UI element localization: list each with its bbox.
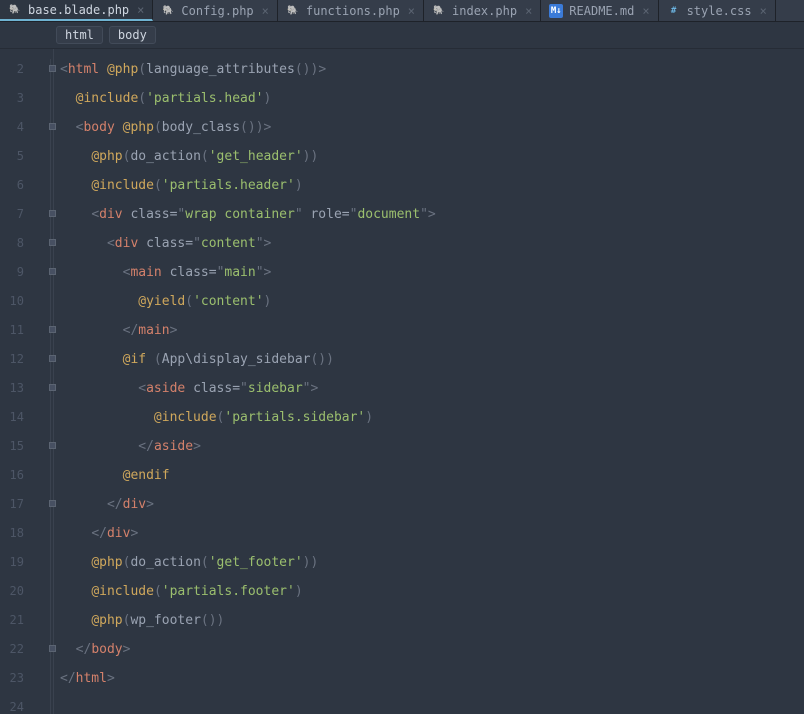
fold-marker[interactable] [49, 268, 56, 275]
fold-marker[interactable] [49, 326, 56, 333]
tab-base-blade-php[interactable]: 🐘 base.blade.php × [0, 0, 153, 21]
code-line[interactable]: @include('partials.sidebar') [60, 403, 804, 432]
code-line[interactable]: @php(do_action('get_header')) [60, 142, 804, 171]
code-line[interactable]: @if (App\display_sidebar()) [60, 345, 804, 374]
close-icon[interactable]: × [262, 4, 269, 18]
line-number[interactable]: 4 [0, 113, 24, 142]
ide-root: 🐘 base.blade.php × 🐘 Config.php × 🐘 functions.p… [0, 0, 804, 714]
line-number[interactable]: 17 [0, 490, 24, 519]
line-number[interactable]: 11 [0, 316, 24, 345]
line-number[interactable]: 2 [0, 55, 24, 84]
line-number[interactable]: 22 [0, 635, 24, 664]
line-number[interactable]: 24 [0, 693, 24, 714]
line-number[interactable]: 8 [0, 229, 24, 258]
fold-marker[interactable] [49, 442, 56, 449]
line-number[interactable]: 7 [0, 200, 24, 229]
tab-label: README.md [569, 4, 634, 18]
tab-label: style.css [687, 4, 752, 18]
code-line[interactable]: <div class="wrap container" role="docume… [60, 200, 804, 229]
php-file-icon: 🐘 [286, 4, 300, 18]
tab-functions-php[interactable]: 🐘 functions.php × [278, 0, 424, 21]
breadcrumb-item[interactable]: body [109, 26, 156, 44]
line-number[interactable]: 23 [0, 664, 24, 693]
code-area[interactable]: <html @php(language_attributes())> @incl… [54, 49, 804, 714]
editor: 23456789101112131415161718192021222324 <… [0, 49, 804, 714]
line-number[interactable]: 14 [0, 403, 24, 432]
code-line[interactable]: @php(wp_footer()) [60, 606, 804, 635]
close-icon[interactable]: × [137, 3, 144, 17]
code-line[interactable]: </div> [60, 519, 804, 548]
code-line[interactable]: <div class="content"> [60, 229, 804, 258]
line-number[interactable]: 18 [0, 519, 24, 548]
line-number[interactable]: 12 [0, 345, 24, 374]
fold-marker[interactable] [49, 645, 56, 652]
line-number[interactable]: 21 [0, 606, 24, 635]
code-line[interactable]: </div> [60, 490, 804, 519]
line-number[interactable]: 19 [0, 548, 24, 577]
line-number[interactable]: 9 [0, 258, 24, 287]
tab-style-css[interactable]: # style.css × [659, 0, 776, 21]
close-icon[interactable]: × [525, 4, 532, 18]
php-file-icon: 🐘 [161, 4, 175, 18]
line-number[interactable]: 16 [0, 461, 24, 490]
tab-label: index.php [452, 4, 517, 18]
code-line[interactable]: <aside class="sidebar"> [60, 374, 804, 403]
code-line[interactable]: @endif [60, 461, 804, 490]
fold-marker[interactable] [49, 210, 56, 217]
code-line[interactable]: @include('partials.header') [60, 171, 804, 200]
code-line[interactable] [60, 693, 804, 714]
code-line[interactable]: @yield('content') [60, 287, 804, 316]
code-line[interactable]: <main class="main"> [60, 258, 804, 287]
code-line[interactable]: @include('partials.head') [60, 84, 804, 113]
line-number[interactable]: 6 [0, 171, 24, 200]
tab-index-php[interactable]: 🐘 index.php × [424, 0, 541, 21]
tab-label: functions.php [306, 4, 400, 18]
line-number[interactable]: 3 [0, 84, 24, 113]
tab-Config-php[interactable]: 🐘 Config.php × [153, 0, 277, 21]
close-icon[interactable]: × [642, 4, 649, 18]
fold-marker[interactable] [49, 500, 56, 507]
fold-column [24, 49, 54, 714]
code-line[interactable]: </body> [60, 635, 804, 664]
code-line[interactable]: <html @php(language_attributes())> [60, 55, 804, 84]
tab-label: base.blade.php [28, 3, 129, 17]
fold-marker[interactable] [49, 384, 56, 391]
line-number[interactable]: 5 [0, 142, 24, 171]
code-line[interactable]: @php(do_action('get_footer')) [60, 548, 804, 577]
php-file-icon: 🐘 [432, 4, 446, 18]
code-line[interactable]: @include('partials.footer') [60, 577, 804, 606]
line-number[interactable]: 20 [0, 577, 24, 606]
fold-marker[interactable] [49, 355, 56, 362]
gutter-line-numbers: 23456789101112131415161718192021222324 [0, 49, 24, 714]
fold-marker[interactable] [49, 65, 56, 72]
close-icon[interactable]: × [760, 4, 767, 18]
tab-README-md[interactable]: M↓ README.md × [541, 0, 658, 21]
code-line[interactable]: <body @php(body_class())> [60, 113, 804, 142]
tab-bar: 🐘 base.blade.php × 🐘 Config.php × 🐘 functions.p… [0, 0, 804, 22]
breadcrumb-item[interactable]: html [56, 26, 103, 44]
php-file-icon: 🐘 [8, 3, 22, 17]
fold-marker[interactable] [49, 239, 56, 246]
fold-marker[interactable] [49, 123, 56, 130]
tab-label: Config.php [181, 4, 253, 18]
line-number[interactable]: 10 [0, 287, 24, 316]
close-icon[interactable]: × [408, 4, 415, 18]
css-file-icon: # [667, 4, 681, 18]
code-line[interactable]: </html> [60, 664, 804, 693]
md-file-icon: M↓ [549, 4, 563, 18]
breadcrumb-bar: html body [0, 22, 804, 49]
line-number[interactable]: 13 [0, 374, 24, 403]
line-number[interactable]: 15 [0, 432, 24, 461]
code-line[interactable]: </aside> [60, 432, 804, 461]
code-line[interactable]: </main> [60, 316, 804, 345]
